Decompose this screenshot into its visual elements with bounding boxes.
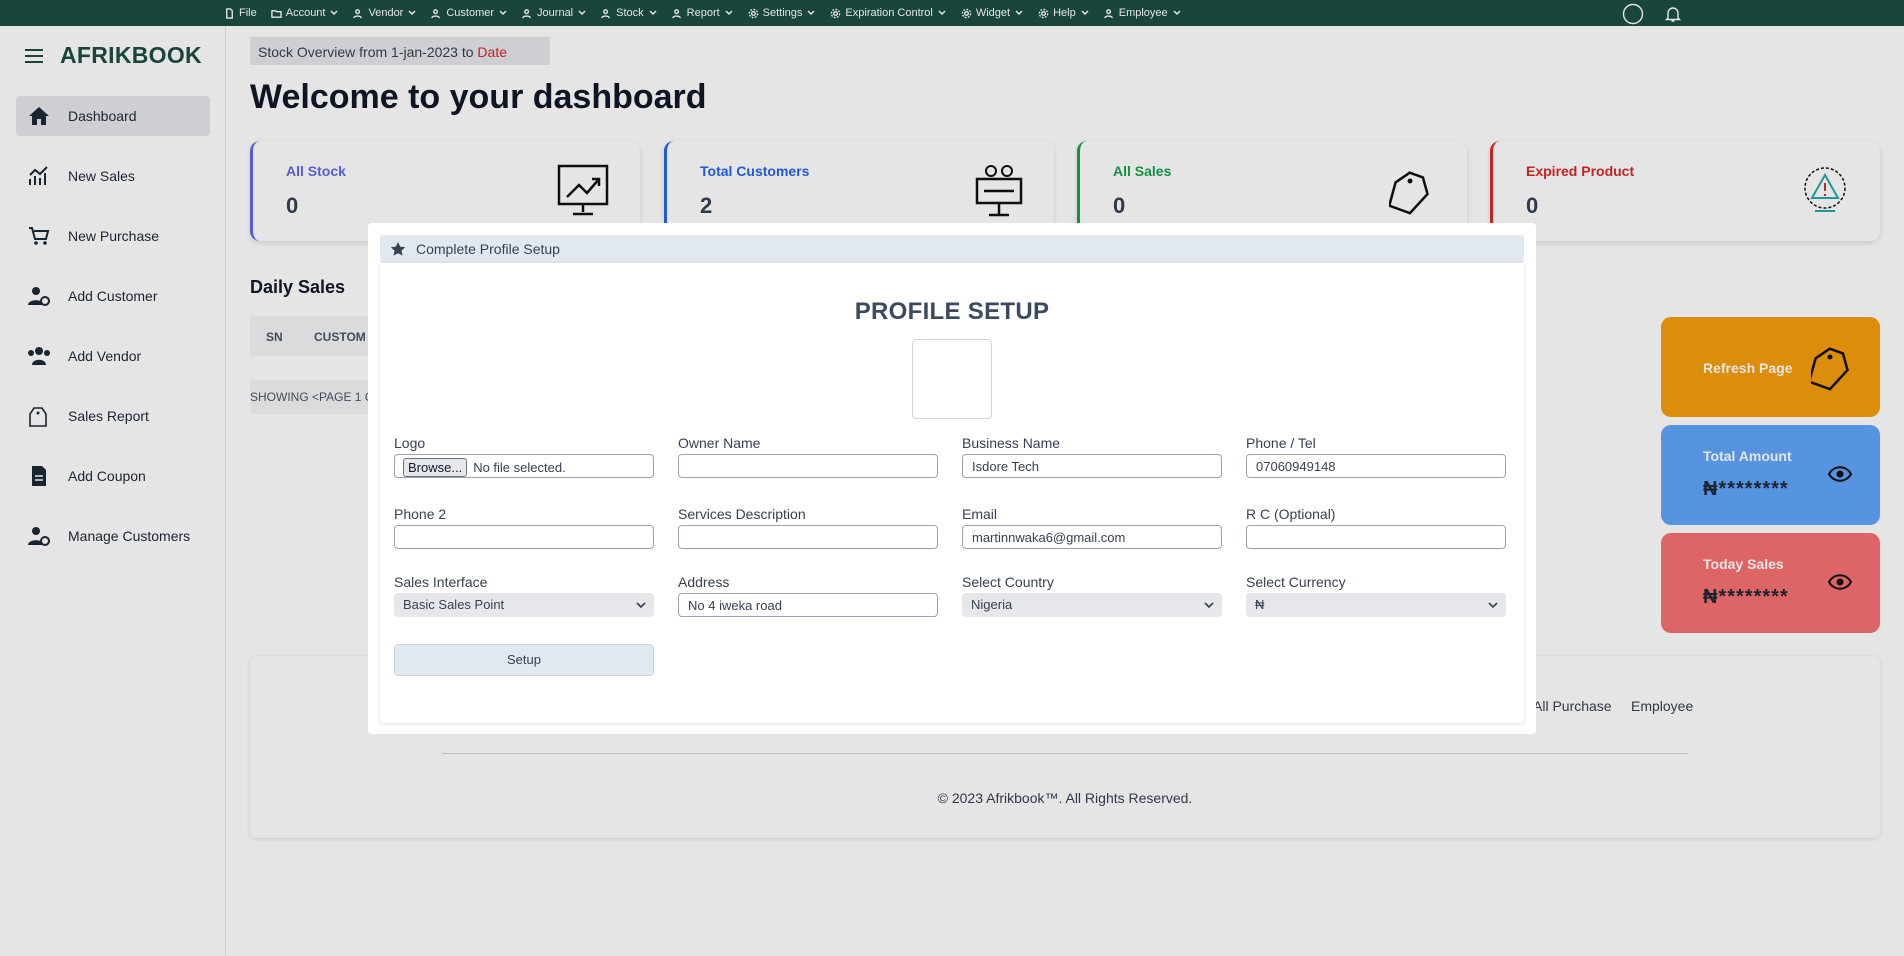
- business-name-label: Business Name: [962, 435, 1061, 451]
- modal-header-title: Complete Profile Setup: [416, 241, 560, 257]
- chevron-down-icon: [1488, 602, 1498, 609]
- owner-name-label: Owner Name: [678, 435, 761, 451]
- file-status: No file selected.: [473, 460, 566, 475]
- logo-file-input[interactable]: Browse... No file selected.: [394, 454, 654, 478]
- sales-interface-select[interactable]: Basic Sales Point: [394, 593, 654, 617]
- logo-preview: [912, 339, 992, 419]
- business-name-input[interactable]: Isdore Tech: [962, 454, 1222, 478]
- chevron-down-icon: [636, 602, 646, 609]
- phone-input[interactable]: 07060949148: [1246, 454, 1506, 478]
- email-label: Email: [962, 506, 998, 522]
- star-icon: [390, 242, 406, 256]
- modal-body: PROFILE SETUP Logo Browse... No file sele…: [380, 263, 1524, 723]
- email-input[interactable]: martinnwaka6@gmail.com: [962, 525, 1222, 549]
- rc-input[interactable]: [1246, 525, 1506, 549]
- country-select[interactable]: Nigeria: [962, 593, 1222, 617]
- address-input[interactable]: No 4 iweka road: [678, 593, 938, 617]
- phone2-input[interactable]: [394, 525, 654, 549]
- phone-label: Phone / Tel: [1246, 435, 1316, 451]
- currency-label: Select Currency: [1246, 574, 1346, 590]
- owner-name-input[interactable]: [678, 454, 938, 478]
- profile-setup-title: PROFILE SETUP: [854, 298, 1050, 325]
- services-label: Services Description: [678, 506, 806, 522]
- chevron-down-icon: [1204, 602, 1214, 609]
- profile-setup-modal: Complete Profile Setup PROFILE SETUP Log…: [368, 223, 1536, 734]
- services-input[interactable]: [678, 525, 938, 549]
- phone2-label: Phone 2: [394, 506, 447, 522]
- currency-select[interactable]: ₦: [1246, 593, 1506, 617]
- select-value: Nigeria: [971, 597, 1013, 612]
- select-value: Basic Sales Point: [403, 597, 505, 612]
- logo-label: Logo: [394, 435, 426, 451]
- country-label: Select Country: [962, 574, 1054, 590]
- browse-button[interactable]: Browse...: [403, 458, 468, 477]
- sales-interface-label: Sales Interface: [394, 574, 488, 590]
- select-value: ₦: [1255, 597, 1265, 612]
- address-label: Address: [678, 574, 730, 590]
- modal-header: Complete Profile Setup: [380, 235, 1524, 263]
- rc-label: R C (Optional): [1246, 506, 1336, 522]
- setup-button[interactable]: Setup: [394, 644, 654, 676]
